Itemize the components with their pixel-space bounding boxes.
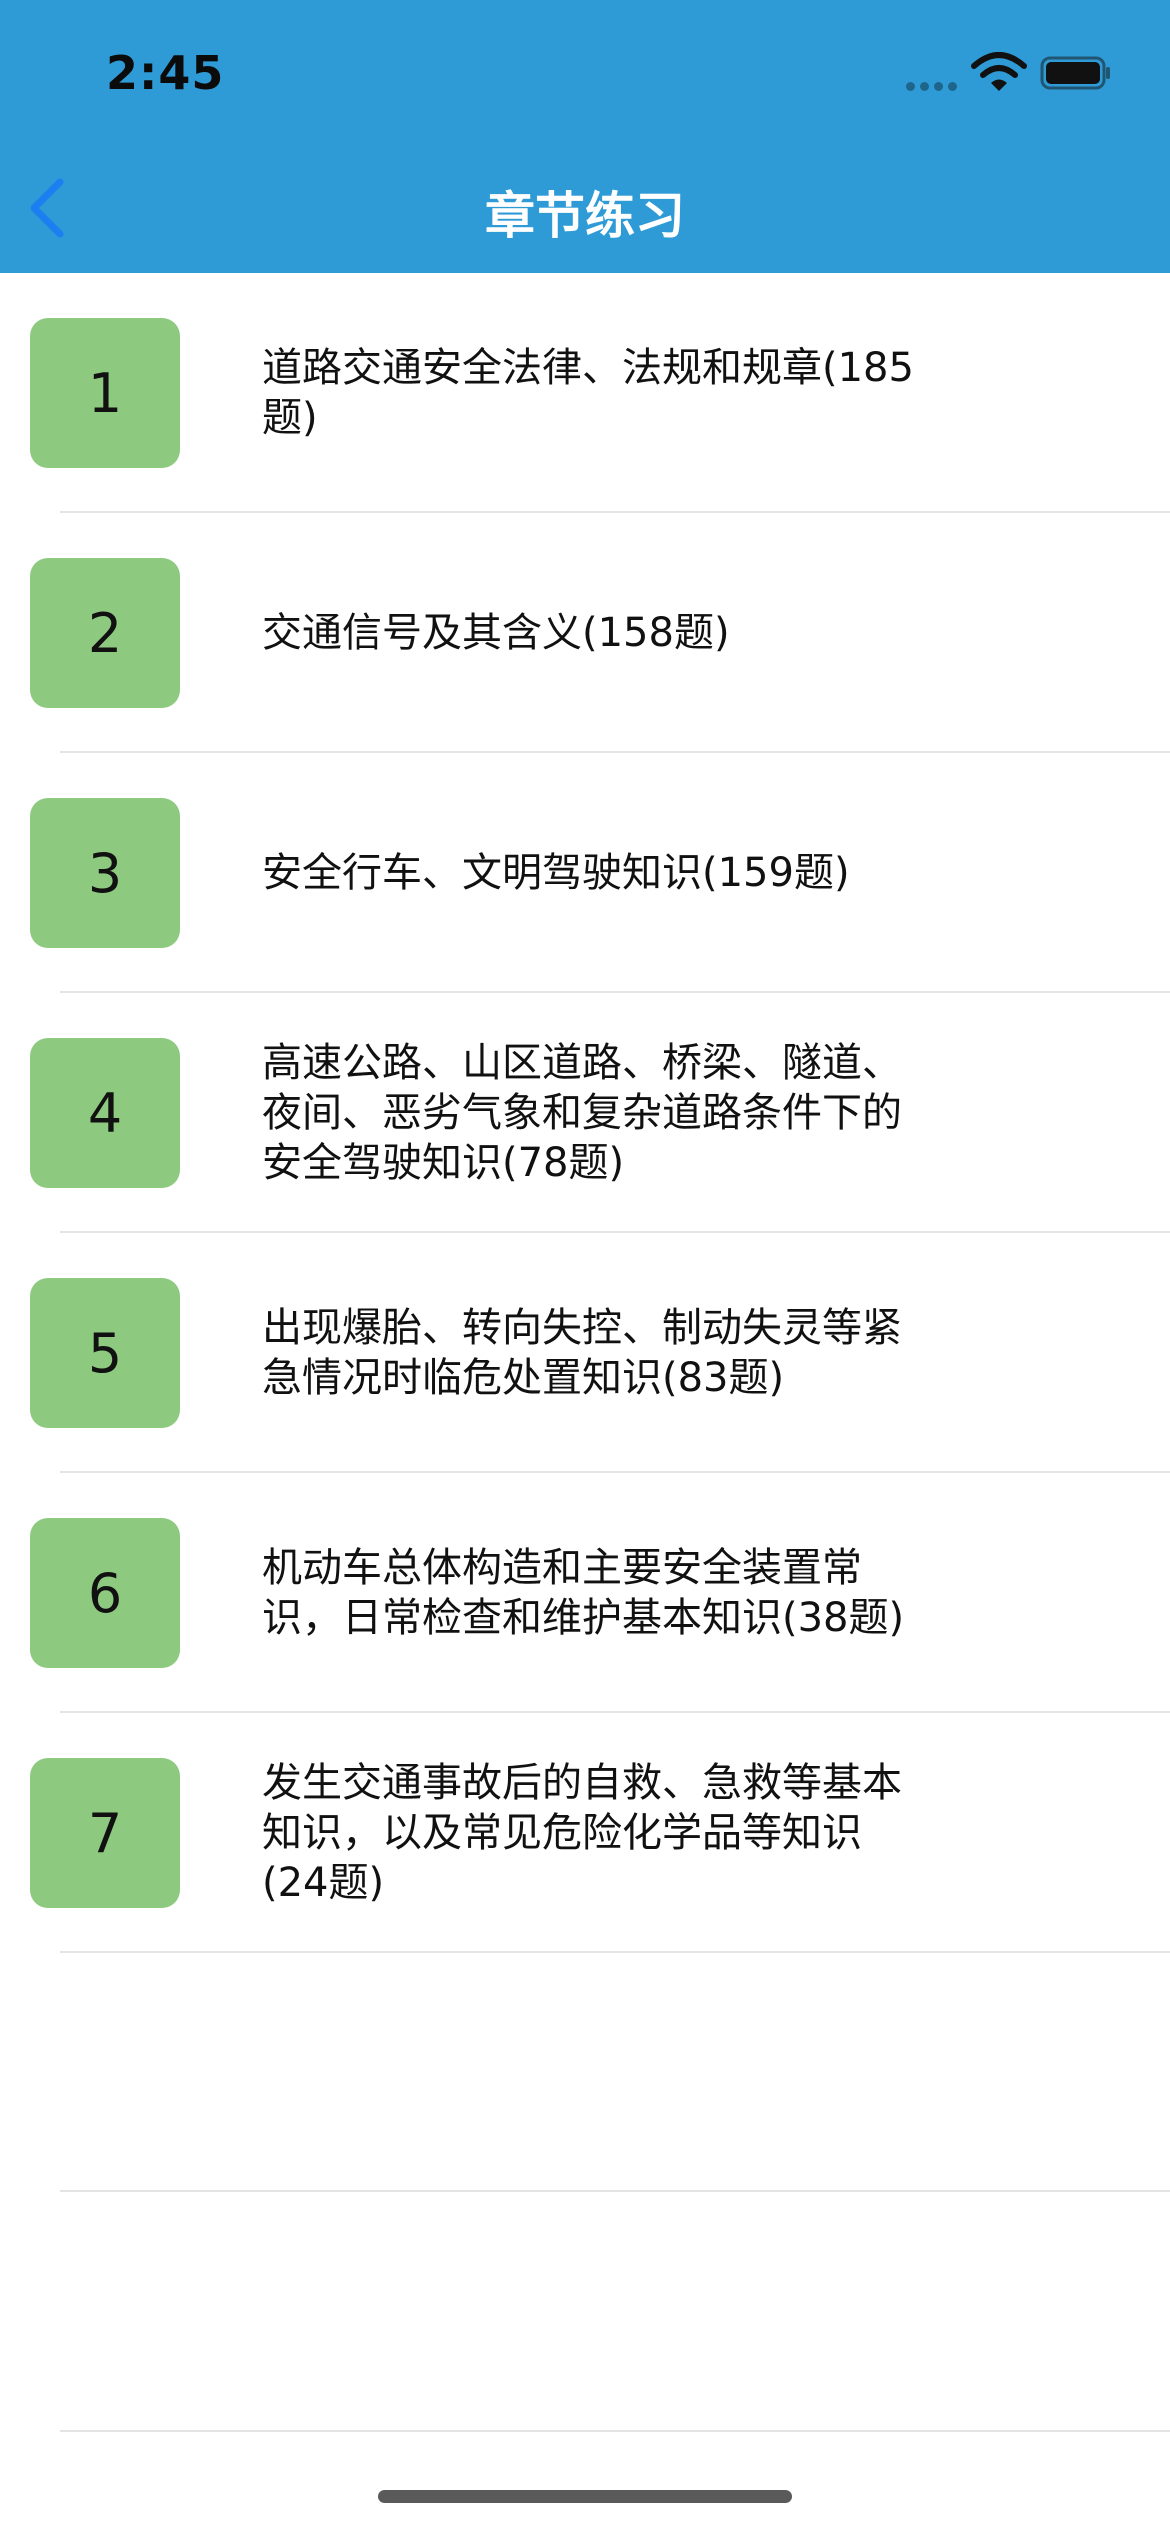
empty-row-divider bbox=[60, 2430, 1170, 2432]
wifi-icon bbox=[971, 52, 1027, 91]
chapter-number-badge: 4 bbox=[30, 1038, 180, 1188]
chapter-number-badge: 3 bbox=[30, 798, 180, 948]
chapter-row-3[interactable]: 3 安全行车、文明驾驶知识(159题) bbox=[0, 753, 1170, 993]
chapter-row-5[interactable]: 5 出现爆胎、转向失控、制动失灵等紧急情况时临危处置知识(83题) bbox=[0, 1233, 1170, 1473]
chapter-title: 安全行车、文明驾驶知识(159题) bbox=[262, 850, 850, 896]
status-time: 2:45 bbox=[106, 46, 225, 100]
chapter-number-badge: 6 bbox=[30, 1518, 180, 1668]
home-indicator[interactable] bbox=[378, 2490, 792, 2503]
chapter-row-7[interactable]: 7 发生交通事故后的自救、急救等基本知识，以及常见危险化学品等知识(24题) bbox=[0, 1713, 1170, 1953]
chapter-number-badge: 7 bbox=[30, 1758, 180, 1908]
cellular-signal-icon bbox=[906, 82, 960, 92]
chapter-row-4[interactable]: 4 高速公路、山区道路、桥梁、隧道、夜间、恶劣气象和复杂道路条件下的安全驾驶知识… bbox=[0, 993, 1170, 1233]
chapter-number-badge: 1 bbox=[30, 318, 180, 468]
chapter-title: 出现爆胎、转向失控、制动失灵等紧急情况时临危处置知识(83题) bbox=[262, 1305, 902, 1401]
chapter-list: 1 道路交通安全法律、法规和规章(185题) 2 交通信号及其含义(158题) … bbox=[0, 273, 1170, 1953]
chapter-number-badge: 2 bbox=[30, 558, 180, 708]
chapter-row-2[interactable]: 2 交通信号及其含义(158题) bbox=[0, 513, 1170, 753]
chapter-number-badge: 5 bbox=[30, 1278, 180, 1428]
page-title: 章节练习 bbox=[485, 187, 685, 245]
chapter-title: 道路交通安全法律、法规和规章(185题) bbox=[262, 345, 914, 441]
chapter-title: 高速公路、山区道路、桥梁、隧道、夜间、恶劣气象和复杂道路条件下的安全驾驶知识(7… bbox=[262, 1040, 902, 1186]
chapter-row-6[interactable]: 6 机动车总体构造和主要安全装置常识，日常检查和维护基本知识(38题) bbox=[0, 1473, 1170, 1713]
battery-icon bbox=[1040, 56, 1110, 90]
row-divider bbox=[60, 1951, 1170, 1953]
chapter-row-1[interactable]: 1 道路交通安全法律、法规和规章(185题) bbox=[0, 273, 1170, 513]
chapter-title: 机动车总体构造和主要安全装置常识，日常检查和维护基本知识(38题) bbox=[262, 1545, 905, 1641]
navigation-header: 2:45 章节练习 bbox=[0, 0, 1170, 273]
chapter-title: 交通信号及其含义(158题) bbox=[262, 610, 730, 656]
chapter-title: 发生交通事故后的自救、急救等基本知识，以及常见危险化学品等知识(24题) bbox=[262, 1760, 902, 1906]
empty-row-divider bbox=[60, 2190, 1170, 2192]
